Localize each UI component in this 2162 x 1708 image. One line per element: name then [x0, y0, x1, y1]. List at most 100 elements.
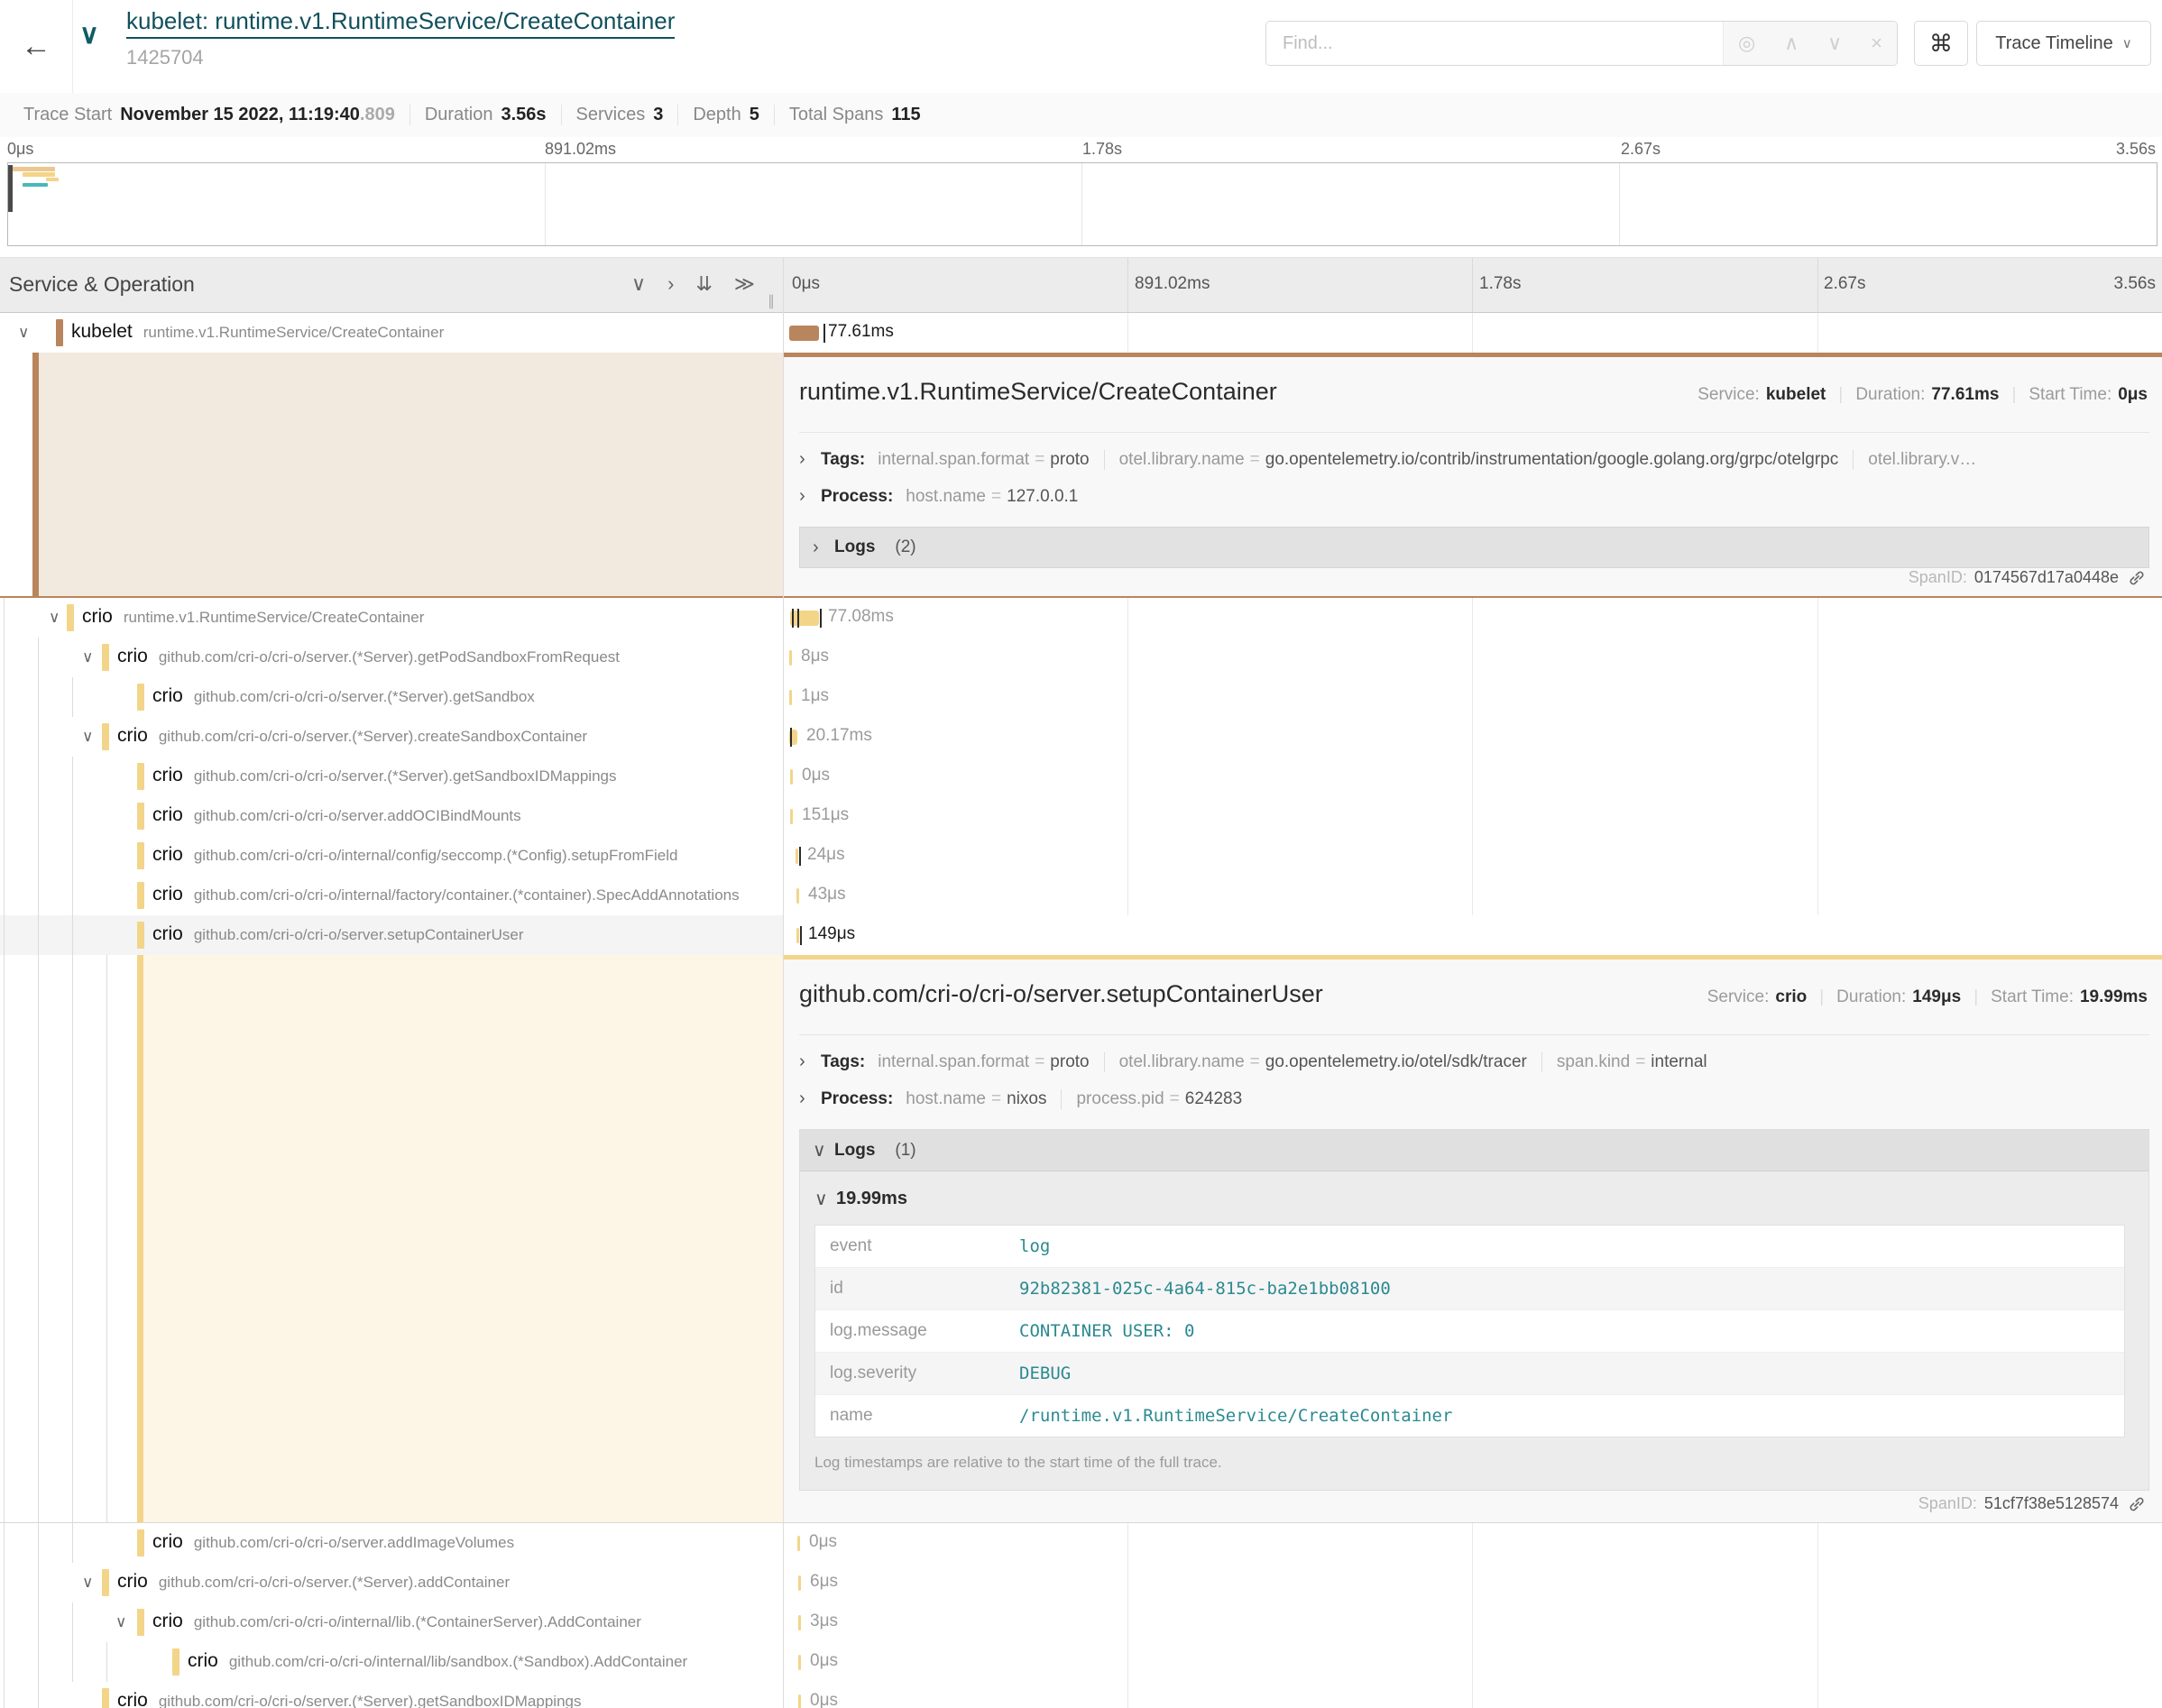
tree-collapse-icon[interactable]: ∨ — [115, 1613, 126, 1631]
span-name-cell[interactable]: ∨crioruntime.v1.RuntimeService/CreateCon… — [0, 598, 783, 638]
span-duration-cell[interactable]: 0μs — [783, 757, 2162, 796]
span-row[interactable]: criogithub.com/cri-o/cri-o/internal/conf… — [0, 836, 2162, 876]
span-row[interactable]: criogithub.com/cri-o/cri-o/server.addOCI… — [0, 796, 2162, 836]
trace-view-dropdown[interactable]: Trace Timeline ∨ — [1976, 21, 2151, 66]
tree-collapse-icon[interactable]: ∨ — [82, 728, 93, 746]
span-duration-cell[interactable]: 24μs — [783, 836, 2162, 876]
keyboard-shortcuts-button[interactable]: ⌘ — [1914, 21, 1968, 66]
span-name-cell[interactable]: ∨criogithub.com/cri-o/cri-o/internal/lib… — [0, 1602, 783, 1642]
prev-result-icon[interactable]: ∧ — [1784, 32, 1799, 55]
span-name-cell[interactable]: criogithub.com/cri-o/cri-o/server.addOCI… — [0, 796, 783, 836]
trace-minimap[interactable] — [7, 162, 2157, 246]
span-row[interactable]: ∨criogithub.com/cri-o/cri-o/server.(*Ser… — [0, 638, 2162, 677]
span-row[interactable]: ∨criogithub.com/cri-o/cri-o/server.(*Ser… — [0, 717, 2162, 757]
back-button[interactable]: ← — [0, 0, 73, 93]
span-name-cell[interactable]: ∨criogithub.com/cri-o/cri-o/server.(*Ser… — [0, 1563, 783, 1602]
grid-line — [1081, 163, 1082, 245]
deep-link-icon[interactable] — [2128, 569, 2146, 587]
summary-label: Trace Start — [23, 105, 112, 125]
next-result-icon[interactable]: ∨ — [1827, 32, 1842, 55]
tree-guide-line — [38, 757, 39, 796]
tags-item: otel.library.name=go.opentelemetry.io/co… — [1104, 450, 1854, 470]
trace-title-link[interactable]: kubelet: runtime.v1.RuntimeService/Creat… — [126, 7, 675, 39]
span-name-cell[interactable]: criogithub.com/cri-o/cri-o/server.addIma… — [0, 1523, 783, 1563]
span-duration-cell[interactable]: 20.17ms — [783, 717, 2162, 757]
span-name-cell[interactable]: criogithub.com/cri-o/cri-o/internal/lib/… — [0, 1642, 783, 1682]
expand-one-icon[interactable]: › — [667, 272, 674, 296]
expand-collapse-controls: ∨ › ⇊ ≫ — [631, 272, 755, 296]
span-name-cell[interactable]: criogithub.com/cri-o/cri-o/server.setupC… — [0, 915, 783, 955]
span-duration-cell[interactable]: 43μs — [783, 876, 2162, 915]
span-name-cell[interactable]: ∨criogithub.com/cri-o/cri-o/server.(*Ser… — [0, 717, 783, 757]
span-row[interactable]: criogithub.com/cri-o/cri-o/server.setupC… — [0, 915, 2162, 955]
span-name-cell[interactable]: criogithub.com/cri-o/cri-o/internal/fact… — [0, 876, 783, 915]
tags-row[interactable]: ›Tags:internal.span.format=protootel.lib… — [799, 449, 2149, 470]
span-name-cell[interactable]: ∨criogithub.com/cri-o/cri-o/server.(*Ser… — [0, 638, 783, 677]
summary-value: 3.56s — [501, 105, 546, 125]
grid-line — [1817, 258, 1818, 312]
equals-sign: = — [1170, 1089, 1180, 1108]
span-row[interactable]: criogithub.com/cri-o/cri-o/internal/fact… — [0, 876, 2162, 915]
span-row[interactable]: criogithub.com/cri-o/cri-o/server.(*Serv… — [0, 677, 2162, 717]
span-duration-cell[interactable]: 149μs — [783, 915, 2162, 955]
column-resizer-handle[interactable]: ∥ — [768, 292, 777, 310]
collapse-one-icon[interactable]: ∨ — [631, 272, 646, 296]
trace-header-collapse-icon[interactable]: ∨ — [79, 22, 99, 49]
span-duration-cell[interactable]: 0μs — [783, 1682, 2162, 1708]
tags-item: internal.span.format=proto — [878, 450, 1103, 470]
expand-all-icon[interactable]: ≫ — [734, 272, 755, 296]
column-divider[interactable] — [783, 257, 784, 1708]
span-name-cell[interactable]: criogithub.com/cri-o/cri-o/server.(*Serv… — [0, 1682, 783, 1708]
span-duration-cell[interactable]: 77.08ms — [783, 598, 2162, 638]
span-duration-cell[interactable]: 0μs — [783, 1642, 2162, 1682]
span-row[interactable]: ∨crioruntime.v1.RuntimeService/CreateCon… — [0, 598, 2162, 638]
meta-service-label: Service: — [1697, 385, 1760, 405]
span-duration-cell[interactable]: 151μs — [783, 796, 2162, 836]
logs-toggle[interactable]: ∨Logs(1) — [800, 1130, 2148, 1171]
summary-value: November 15 2022, 11:19:40 — [120, 105, 360, 125]
tree-collapse-icon[interactable]: ∨ — [82, 1574, 93, 1592]
service-color-stripe — [137, 1529, 144, 1556]
process-row[interactable]: ›Process:host.name=nixosprocess.pid=6242… — [799, 1088, 2149, 1109]
span-row[interactable]: ∨criogithub.com/cri-o/cri-o/internal/lib… — [0, 1602, 2162, 1642]
span-row[interactable]: criogithub.com/cri-o/cri-o/server.(*Serv… — [0, 757, 2162, 796]
collapse-all-icon[interactable]: ⇊ — [695, 272, 712, 296]
tree-guide-line — [4, 638, 5, 677]
clear-search-icon[interactable]: × — [1871, 32, 1882, 55]
summary-item: Depth5 — [677, 105, 774, 125]
span-name-cell[interactable]: criogithub.com/cri-o/cri-o/server.(*Serv… — [0, 677, 783, 717]
tree-collapse-icon[interactable]: ∨ — [18, 324, 29, 342]
span-name-cell[interactable]: criogithub.com/cri-o/cri-o/internal/conf… — [0, 836, 783, 876]
span-row[interactable]: ∨criogithub.com/cri-o/cri-o/server.(*Ser… — [0, 1563, 2162, 1602]
span-duration-cell[interactable]: 6μs — [783, 1563, 2162, 1602]
tags-row[interactable]: ›Tags:internal.span.format=protootel.lib… — [799, 1051, 2149, 1072]
timeline-tick-label: 0μs — [792, 274, 820, 294]
meta-separator: | — [1819, 987, 1824, 1007]
minimap-span-bar — [23, 183, 48, 187]
tree-collapse-icon[interactable]: ∨ — [49, 609, 60, 627]
log-entry-toggle[interactable]: ∨19.99ms — [814, 1188, 2125, 1210]
span-row[interactable]: criogithub.com/cri-o/cri-o/server.(*Serv… — [0, 1682, 2162, 1708]
logs-toggle[interactable]: ›Logs(2) — [799, 527, 2149, 568]
span-duration-cell[interactable]: 77.61ms — [783, 313, 2162, 353]
deep-link-icon[interactable] — [2128, 1495, 2146, 1513]
span-row[interactable]: criogithub.com/cri-o/cri-o/internal/lib/… — [0, 1642, 2162, 1682]
process-row[interactable]: ›Process:host.name=127.0.0.1 — [799, 486, 2149, 507]
chevron-down-icon: ∨ — [814, 1188, 827, 1210]
span-name-cell[interactable]: criogithub.com/cri-o/cri-o/server.(*Serv… — [0, 757, 783, 796]
tree-collapse-icon[interactable]: ∨ — [82, 648, 93, 666]
span-duration-cell[interactable]: 0μs — [783, 1523, 2162, 1563]
span-name-cell[interactable]: ∨kubeletruntime.v1.RuntimeService/Create… — [0, 313, 783, 353]
locate-icon[interactable]: ◎ — [1738, 32, 1755, 55]
span-row[interactable]: ∨kubeletruntime.v1.RuntimeService/Create… — [0, 313, 2162, 353]
tree-guide-line — [4, 955, 5, 1522]
span-duration-cell[interactable]: 1μs — [783, 677, 2162, 717]
tags-item: span.kind=internal — [1541, 1052, 1722, 1072]
span-duration-cell[interactable]: 3μs — [783, 1602, 2162, 1642]
tags-item: internal.span.format=proto — [878, 1052, 1103, 1072]
minimap-drag-handle[interactable] — [8, 165, 13, 212]
find-input[interactable] — [1266, 22, 1723, 65]
span-row[interactable]: criogithub.com/cri-o/cri-o/server.addIma… — [0, 1523, 2162, 1563]
span-duration-cell[interactable]: 8μs — [783, 638, 2162, 677]
operation-name: github.com/cri-o/cri-o/server.(*Server).… — [159, 648, 620, 666]
